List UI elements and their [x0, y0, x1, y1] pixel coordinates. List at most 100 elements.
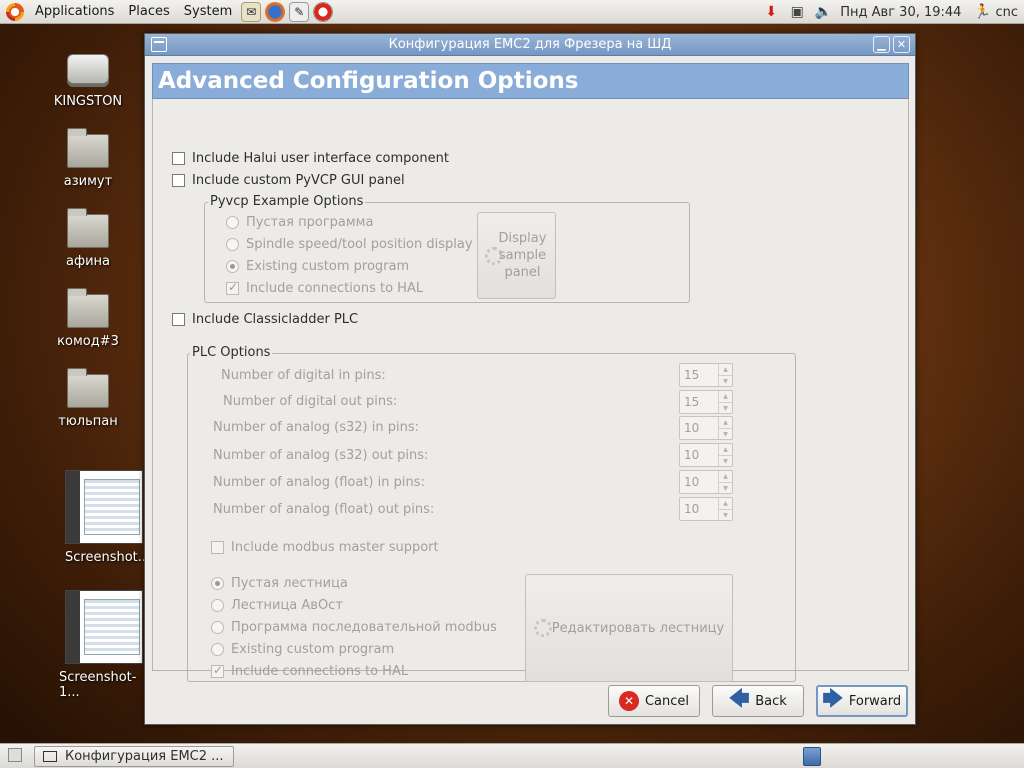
screenshot-thumbnail-icon: [65, 470, 143, 544]
analog-s32-out-pins-label: Number of analog (s32) out pins:: [213, 448, 429, 463]
pyvcp-checkbox[interactable]: Include custom PyVCP GUI panel: [172, 173, 405, 188]
menu-system[interactable]: System: [177, 4, 239, 19]
checkbox-box[interactable]: [172, 313, 185, 326]
spin-up-icon[interactable]: ▲: [719, 471, 732, 482]
folder-icon: [67, 288, 109, 328]
drive-icon: [67, 54, 109, 84]
analog-s32-in-pins-label: Number of analog (s32) in pins:: [213, 420, 419, 435]
checkbox-box[interactable]: [172, 152, 185, 165]
radio-button[interactable]: [226, 260, 239, 273]
update-notifier-icon[interactable]: ⬇: [761, 2, 781, 22]
window-icon: [43, 751, 57, 762]
spin-down-icon[interactable]: ▼: [719, 482, 732, 494]
taskbar-window-button[interactable]: Конфигурация EMC2 ...: [34, 746, 234, 767]
window-titlebar[interactable]: Конфигурация EMC2 для Фрезера на ШД ▁ ✕: [145, 34, 915, 56]
spin-down-icon[interactable]: ▼: [719, 455, 732, 467]
desktop-icon-screenshot-1[interactable]: Screenshot-1...: [59, 590, 149, 700]
analog-s32-in-pins-spinner[interactable]: 10 ▲ ▼: [679, 416, 733, 440]
cancel-icon: ✕: [618, 691, 639, 711]
desktop-icon-kingston[interactable]: KINGSTON: [43, 54, 133, 109]
screenshot-thumbnail-icon: [65, 590, 143, 664]
spin-down-icon[interactable]: ▼: [719, 509, 732, 521]
ubuntu-logo-icon[interactable]: [6, 2, 24, 21]
pyvcp-radio-blank[interactable]: Пустая программа: [226, 215, 373, 230]
pyvcp-include-hal-checkbox[interactable]: Include connections to HAL: [226, 280, 423, 296]
window-menu-icon[interactable]: [151, 37, 167, 52]
spin-up-icon[interactable]: ▲: [719, 444, 732, 455]
digital-out-pins-spinner[interactable]: 15 ▲ ▼: [679, 390, 733, 414]
close-button[interactable]: ✕: [893, 36, 910, 53]
spin-up-icon[interactable]: ▲: [719, 417, 732, 428]
checkbox-box[interactable]: [172, 174, 185, 187]
edit-ladder-button[interactable]: Редактировать лестницу: [525, 574, 733, 682]
checkbox-box[interactable]: [211, 541, 224, 554]
bottom-panel: Конфигурация EMC2 ...: [0, 743, 1024, 768]
spin-up-icon[interactable]: ▲: [719, 391, 732, 402]
firefox-launcher-icon[interactable]: [265, 1, 286, 22]
halui-checkbox[interactable]: Include Halui user interface component: [172, 151, 449, 166]
plc-radio-serial-modbus[interactable]: Программа последовательной modbus: [211, 620, 497, 635]
analog-float-in-pins-spinner[interactable]: 10 ▲ ▼: [679, 470, 733, 494]
config-window: Конфигурация EMC2 для Фрезера на ШД ▁ ✕ …: [144, 33, 916, 725]
page-header: Advanced Configuration Options: [152, 63, 909, 99]
pyvcp-options-frame: Pyvcp Example Options Пустая программа S…: [204, 194, 690, 303]
evolution-launcher-icon[interactable]: ✎: [289, 1, 310, 22]
radio-button[interactable]: [226, 216, 239, 229]
desktop-icon-azimut[interactable]: азимут: [43, 128, 133, 189]
checkbox-box[interactable]: [211, 663, 224, 678]
network-icon[interactable]: ▣: [787, 2, 807, 22]
minimize-button[interactable]: ▁: [873, 36, 890, 53]
page-title: Advanced Configuration Options: [158, 68, 579, 94]
pyvcp-frame-title: Pyvcp Example Options: [208, 194, 366, 209]
arrow-right-icon: 🡆: [822, 686, 844, 710]
spin-down-icon[interactable]: ▼: [719, 375, 732, 387]
plc-radio-custom[interactable]: Existing custom program: [211, 642, 394, 657]
modbus-checkbox[interactable]: Include modbus master support: [211, 540, 439, 555]
digital-in-pins-spinner[interactable]: 15 ▲ ▼: [679, 363, 733, 387]
spin-up-icon[interactable]: ▲: [719, 498, 732, 509]
back-button[interactable]: 🡄 Back: [712, 685, 804, 717]
show-desktop-icon[interactable]: [8, 748, 22, 762]
cancel-button[interactable]: ✕ Cancel: [608, 685, 700, 717]
trash-icon[interactable]: [803, 747, 821, 766]
plc-radio-blank-ladder[interactable]: Пустая лестница: [211, 576, 348, 591]
forward-button[interactable]: 🡆 Forward: [816, 685, 908, 717]
plc-include-hal-checkbox[interactable]: Include connections to HAL: [211, 663, 408, 679]
menu-places[interactable]: Places: [121, 4, 176, 19]
pyvcp-radio-custom[interactable]: Existing custom program: [226, 259, 409, 274]
top-panel: Applications Places System ✉ ✎ ⬇ ▣ 🔈 Пнд…: [0, 0, 1024, 24]
radio-button[interactable]: [211, 621, 224, 634]
spin-down-icon[interactable]: ▼: [719, 428, 732, 440]
radio-button[interactable]: [211, 599, 224, 612]
system-tray: ⬇ ▣ 🔈 Пнд Авг 30, 19:44 🏃 cnc: [758, 0, 1024, 24]
folder-icon: [67, 368, 109, 408]
desktop-icon-afina[interactable]: афина: [43, 208, 133, 269]
analog-float-in-pins-label: Number of analog (float) in pins:: [213, 475, 425, 490]
mail-launcher-icon[interactable]: ✉: [241, 1, 262, 22]
user-switch-icon[interactable]: 🏃: [972, 2, 992, 22]
folder-icon: [67, 128, 109, 168]
analog-s32-out-pins-spinner[interactable]: 10 ▲ ▼: [679, 443, 733, 467]
plc-radio-estop-ladder[interactable]: Лестница АвОст: [211, 598, 343, 613]
desktop-icon-screenshot[interactable]: Screenshot...: [59, 470, 150, 565]
classicladder-checkbox[interactable]: Include Classicladder PLC: [172, 312, 358, 327]
spin-up-icon[interactable]: ▲: [719, 364, 732, 375]
digital-in-pins-label: Number of digital in pins:: [221, 368, 386, 383]
volume-icon[interactable]: 🔈: [813, 2, 833, 22]
help-launcher-icon[interactable]: [313, 1, 334, 22]
analog-float-out-pins-spinner[interactable]: 10 ▲ ▼: [679, 497, 733, 521]
checkbox-box[interactable]: [226, 280, 239, 295]
user-name[interactable]: cnc: [995, 5, 1018, 20]
spin-down-icon[interactable]: ▼: [719, 402, 732, 414]
clock[interactable]: Пнд Авг 30, 19:44: [840, 5, 961, 20]
desktop-icon-komod3[interactable]: комод#3: [43, 288, 133, 349]
pyvcp-radio-spindle[interactable]: Spindle speed/tool position display: [226, 237, 473, 252]
radio-button[interactable]: [226, 238, 239, 251]
desktop-icon-tyulpan[interactable]: тюльпан: [43, 368, 133, 429]
display-sample-panel-button[interactable]: Display sample panel: [477, 212, 556, 299]
plc-frame-title: PLC Options: [190, 345, 273, 360]
radio-button[interactable]: [211, 643, 224, 656]
plc-options-frame: PLC Options Number of digital in pins: 1…: [187, 345, 796, 682]
menu-applications[interactable]: Applications: [28, 4, 121, 19]
radio-button[interactable]: [211, 577, 224, 590]
